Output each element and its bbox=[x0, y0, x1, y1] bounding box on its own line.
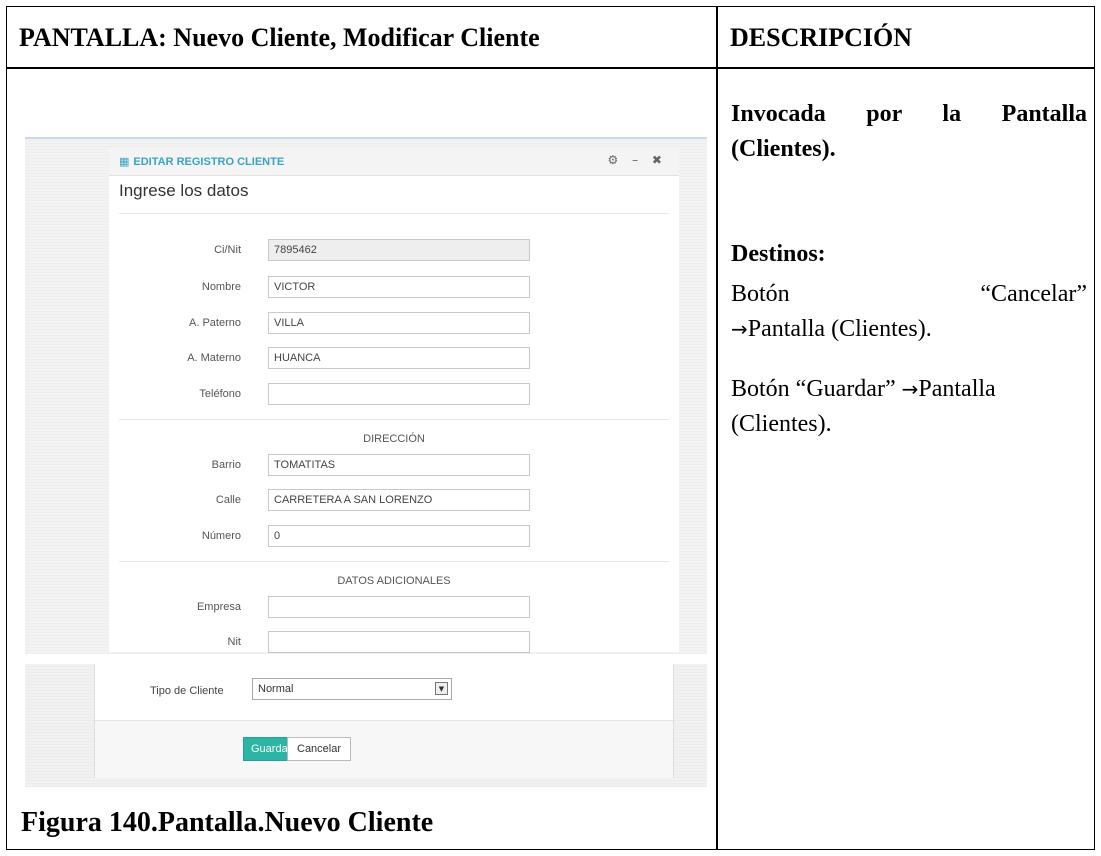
field-numero: Número 0 bbox=[109, 525, 679, 549]
divider bbox=[119, 561, 669, 562]
field-empresa: Empresa bbox=[109, 596, 679, 620]
arrow-icon: → bbox=[901, 377, 919, 401]
column-divider bbox=[716, 7, 718, 849]
p1-word1: Botón bbox=[731, 281, 790, 307]
field-nit: Nit bbox=[109, 631, 679, 655]
p2-line1-end: Pantalla bbox=[918, 376, 996, 402]
field-label: Barrio bbox=[211, 459, 241, 471]
calendar-icon: ▦ bbox=[119, 155, 130, 168]
panel-header: ▦ EDITAR REGISTRO CLIENTE ⚙ – ✖ bbox=[109, 147, 679, 176]
destino-cancelar: Botón “Cancelar” →Pantalla (Clientes). bbox=[731, 277, 1087, 347]
field-label: Empresa bbox=[196, 601, 241, 613]
destino-guardar: Botón “Guardar” →Pantalla (Clientes). bbox=[731, 372, 1087, 442]
field-barrio: Barrio TOMATITAS bbox=[109, 454, 679, 478]
field-label: Teléfono bbox=[199, 388, 241, 400]
field-label: Nit bbox=[227, 636, 241, 648]
field-label: Nombre bbox=[201, 281, 241, 293]
field-telefono: Teléfono bbox=[109, 383, 679, 407]
field-ci-nit: Ci/Nit 7895462 bbox=[109, 239, 679, 263]
numero-input[interactable]: 0 bbox=[268, 525, 530, 547]
arrow-icon: → bbox=[731, 317, 748, 341]
divider bbox=[119, 213, 669, 214]
divider bbox=[119, 419, 669, 420]
screenshot-figure: ▦ EDITAR REGISTRO CLIENTE ⚙ – ✖ Ingrese l… bbox=[25, 137, 707, 787]
header-descripcion: DESCRIPCIÓN bbox=[730, 23, 913, 52]
form-actions: Guardar Cancelar bbox=[95, 720, 673, 778]
adicionales-title: DATOS ADICIONALES bbox=[337, 575, 451, 587]
p1-word2: “Cancelar” bbox=[980, 281, 1087, 307]
p1-line2: Pantalla (Clientes). bbox=[747, 316, 932, 342]
tipo-cliente-label: Tipo de Cliente bbox=[150, 685, 224, 697]
form-subtitle: Ingrese los datos bbox=[119, 181, 249, 200]
figure-caption: Figura 140.Pantalla.Nuevo Cliente bbox=[21, 807, 434, 838]
ci-nit-input[interactable]: 7895462 bbox=[268, 239, 530, 261]
tipo-cliente-value: Normal bbox=[258, 683, 294, 695]
dropdown-arrow-icon[interactable]: ▼ bbox=[435, 682, 448, 695]
panel-tools[interactable]: ⚙ – ✖ bbox=[608, 153, 667, 167]
document-table: PANTALLA: Nuevo Cliente, Modificar Clien… bbox=[6, 6, 1095, 850]
description-intro: Invocada por la Pantalla (Clientes). bbox=[731, 101, 1087, 162]
panel-title: ▦ EDITAR REGISTRO CLIENTE bbox=[119, 155, 284, 168]
field-nombre: Nombre VICTOR bbox=[109, 276, 679, 300]
destinos-title: Destinos: bbox=[731, 241, 826, 267]
field-label: Ci/Nit bbox=[214, 244, 241, 256]
barrio-input[interactable]: TOMATITAS bbox=[268, 454, 530, 476]
nit-input[interactable] bbox=[268, 631, 530, 653]
field-label: Número bbox=[201, 530, 241, 542]
calle-input[interactable]: CARRETERA A SAN LORENZO bbox=[268, 489, 530, 511]
edit-client-panel: ▦ EDITAR REGISTRO CLIENTE ⚙ – ✖ Ingrese l… bbox=[109, 147, 679, 655]
empresa-input[interactable] bbox=[268, 596, 530, 618]
tipo-cliente-select[interactable]: Normal ▼ bbox=[252, 678, 452, 700]
field-a-materno: A. Materno HUANCA bbox=[109, 347, 679, 371]
a-materno-input[interactable]: HUANCA bbox=[268, 347, 530, 369]
field-label: A. Materno bbox=[187, 352, 241, 364]
a-paterno-input[interactable]: VILLA bbox=[268, 312, 530, 334]
nombre-input[interactable]: VICTOR bbox=[268, 276, 530, 298]
field-label: Calle bbox=[215, 494, 241, 506]
panel-title-text: EDITAR REGISTRO CLIENTE bbox=[133, 156, 285, 168]
telefono-input[interactable] bbox=[268, 383, 530, 405]
cancel-button[interactable]: Cancelar bbox=[287, 737, 352, 761]
field-a-paterno: A. Paterno VILLA bbox=[109, 312, 679, 336]
field-label: A. Paterno bbox=[189, 317, 241, 329]
p2-line1: Botón “Guardar” bbox=[731, 376, 896, 402]
direccion-title: DIRECCIÓN bbox=[363, 433, 425, 445]
form-footer-panel: Tipo de Cliente Normal ▼ Guardar Cancela… bbox=[94, 664, 674, 778]
field-calle: Calle CARRETERA A SAN LORENZO bbox=[109, 489, 679, 513]
p2-line2: (Clientes). bbox=[731, 411, 832, 437]
header-pantalla: PANTALLA: Nuevo Cliente, Modificar Clien… bbox=[19, 23, 540, 52]
header-divider bbox=[7, 67, 1094, 69]
